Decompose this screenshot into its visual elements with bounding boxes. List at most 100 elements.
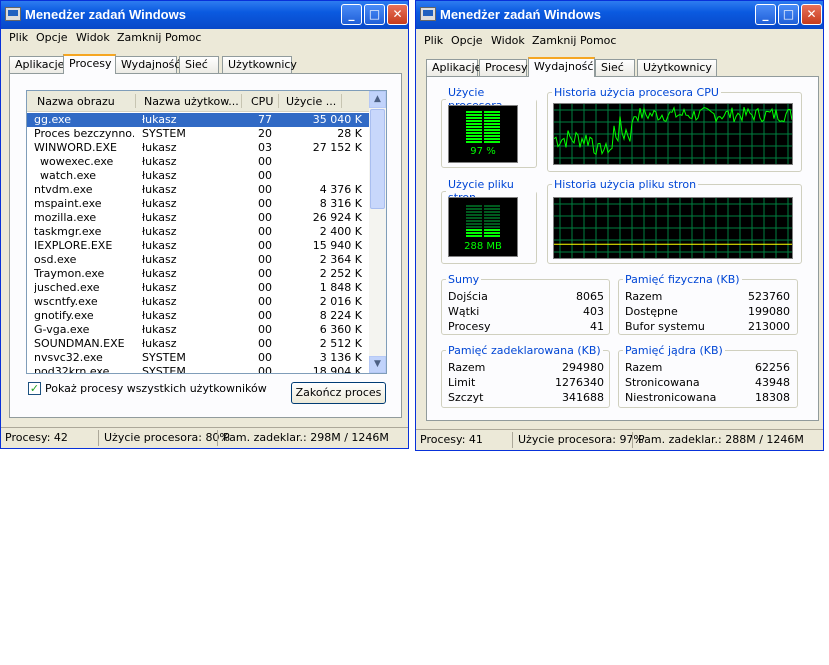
title-bar[interactable]: Menedżer zadań Windows _ □ ✕	[1, 1, 408, 29]
processes-value: 41	[590, 320, 604, 333]
menu-view[interactable]: Widok	[491, 34, 525, 47]
table-row[interactable]: gg.exe łukasz 77 35 040 K	[27, 113, 370, 127]
table-row[interactable]: jusched.exe łukasz 00 1 848 K	[27, 281, 370, 295]
tab-users[interactable]: Użytkownicy	[222, 56, 297, 73]
table-row[interactable]: nvsvc32.exe SYSTEM 00 3 136 K	[27, 351, 370, 365]
table-row[interactable]: osd.exe łukasz 00 2 364 K	[27, 253, 370, 267]
table-row[interactable]: SOUNDMAN.EXE łukasz 00 2 512 K	[27, 337, 370, 351]
column-user-name[interactable]: Nazwa użytkow...	[144, 95, 239, 108]
process-name-cell: G-vga.exe	[34, 323, 90, 336]
table-row[interactable]: ntvdm.exe łukasz 00 4 376 K	[27, 183, 370, 197]
cpu-usage-meter: 97 %	[448, 105, 518, 163]
process-user-cell: łukasz	[142, 337, 177, 350]
menu-options[interactable]: Opcje	[451, 34, 483, 47]
process-cpu-cell: 00	[258, 337, 272, 350]
process-list-scrollbar[interactable]: ▲ ▼	[369, 91, 386, 373]
threads-value: 403	[583, 305, 604, 318]
process-cpu-cell: 00	[258, 323, 272, 336]
menu-file[interactable]: Plik	[424, 34, 443, 47]
menu-file[interactable]: Plik	[9, 31, 28, 44]
table-row[interactable]: Traymon.exe łukasz 00 2 252 K	[27, 267, 370, 281]
tab-users[interactable]: Użytkownicy	[637, 59, 717, 76]
column-divider[interactable]	[135, 94, 136, 108]
column-image-name[interactable]: Nazwa obrazu	[37, 95, 115, 108]
pagefile-meter-segment	[466, 214, 482, 216]
pagefile-meter-segment	[484, 208, 500, 210]
process-cpu-cell: 00	[258, 183, 272, 196]
tab-performance[interactable]: Wydajność	[115, 56, 180, 73]
table-row[interactable]: gnotify.exe łukasz 00 8 224 K	[27, 309, 370, 323]
table-row[interactable]: Proces bezczynno... SYSTEM 20 28 K	[27, 127, 370, 141]
tab-processes[interactable]: Procesy	[63, 54, 116, 74]
table-row[interactable]: mozilla.exe łukasz 00 26 924 K	[27, 211, 370, 225]
table-row[interactable]: taskmgr.exe łukasz 00 2 400 K	[27, 225, 370, 239]
totals-label: Sumy	[448, 273, 480, 286]
column-divider[interactable]	[241, 94, 242, 108]
table-row[interactable]: watch.exe łukasz 00	[27, 169, 370, 183]
table-row[interactable]: mspaint.exe łukasz 00 8 316 K	[27, 197, 370, 211]
process-name-cell: ntvdm.exe	[34, 183, 93, 196]
tab-network[interactable]: Sieć	[179, 56, 219, 73]
pagefile-meter-segment	[484, 229, 500, 231]
cpu-meter-segment	[484, 111, 500, 113]
show-all-users-checkbox[interactable]: ✓	[28, 382, 41, 395]
commit-limit-value: 1276340	[555, 376, 604, 389]
process-cpu-cell: 00	[258, 351, 272, 364]
handles-value: 8065	[576, 290, 604, 303]
close-button[interactable]: ✕	[387, 4, 408, 25]
column-cpu[interactable]: CPU	[251, 95, 273, 108]
cpu-meter-segment	[466, 120, 482, 122]
table-row[interactable]: wscntfy.exe łukasz 00 2 016 K	[27, 295, 370, 309]
process-list[interactable]: Nazwa obrazu Nazwa użytkow... CPU Użycie…	[26, 90, 387, 374]
status-process-count: Procesy: 41	[420, 433, 483, 446]
status-cpu-usage: Użycie procesora: 80%	[104, 431, 230, 444]
menu-close[interactable]: Zamknij	[117, 31, 161, 44]
column-mem-usage[interactable]: Użycie ...	[286, 95, 336, 108]
process-user-cell: SYSTEM	[142, 365, 186, 374]
pagefile-usage-value: 288 MB	[464, 241, 502, 252]
column-divider[interactable]	[341, 94, 342, 108]
table-row[interactable]: wowexec.exe łukasz 00	[27, 155, 370, 169]
tab-processes[interactable]: Procesy	[479, 59, 528, 76]
menu-options[interactable]: Opcje	[36, 31, 68, 44]
pagefile-meter-segment	[466, 229, 482, 231]
cpu-history-line	[553, 106, 793, 156]
status-divider	[98, 430, 99, 446]
menu-close[interactable]: Zamknij	[532, 34, 576, 47]
table-row[interactable]: G-vga.exe łukasz 00 6 360 K	[27, 323, 370, 337]
menu-view[interactable]: Widok	[76, 31, 110, 44]
process-user-cell: łukasz	[142, 267, 177, 280]
scroll-thumb[interactable]	[370, 109, 385, 209]
process-user-cell: łukasz	[142, 211, 177, 224]
minimize-button[interactable]: _	[755, 4, 776, 25]
maximize-button[interactable]: □	[778, 4, 799, 25]
table-row[interactable]: IEXPLORE.EXE łukasz 00 15 940 K	[27, 239, 370, 253]
menu-help[interactable]: Pomoc	[580, 34, 616, 47]
show-all-users-label[interactable]: Pokaż procesy wszystkich użytkowników	[45, 382, 267, 395]
tab-network[interactable]: Sieć	[595, 59, 635, 76]
scroll-up-arrow-icon[interactable]: ▲	[369, 91, 386, 108]
table-row[interactable]: WINWORD.EXE łukasz 03 27 152 K	[27, 141, 370, 155]
cpu-meter-segment	[466, 132, 482, 134]
commit-total-value: 294980	[562, 361, 604, 374]
cpu-meter-segment	[466, 129, 482, 131]
pagefile-history-label: Historia użycia pliku stron	[554, 178, 697, 191]
minimize-button[interactable]: _	[341, 4, 362, 25]
tab-applications[interactable]: Aplikacje	[9, 56, 64, 73]
column-divider[interactable]	[278, 94, 279, 108]
process-name-cell: nvsvc32.exe	[34, 351, 103, 364]
scroll-down-arrow-icon[interactable]: ▼	[369, 356, 386, 373]
status-bar: Procesy: 41 Użycie procesora: 97% Pam. z…	[416, 429, 823, 450]
pagefile-meter-segment	[466, 223, 482, 225]
table-row[interactable]: pod32krn.exe SYSTEM 00 18 904 K	[27, 365, 370, 374]
maximize-button[interactable]: □	[364, 4, 385, 25]
title-bar[interactable]: Menedżer zadań Windows _ □ ✕	[416, 1, 823, 29]
status-bar: Procesy: 42 Użycie procesora: 80% Pam. z…	[1, 427, 408, 448]
pagefile-meter-segment	[466, 235, 482, 237]
end-process-button[interactable]: Zakończ proces	[291, 382, 386, 404]
system-cache-value: 213000	[748, 320, 790, 333]
close-button[interactable]: ✕	[801, 4, 822, 25]
menu-help[interactable]: Pomoc	[165, 31, 201, 44]
tab-performance[interactable]: Wydajność	[528, 57, 595, 77]
tab-applications[interactable]: Aplikacje	[426, 59, 481, 76]
